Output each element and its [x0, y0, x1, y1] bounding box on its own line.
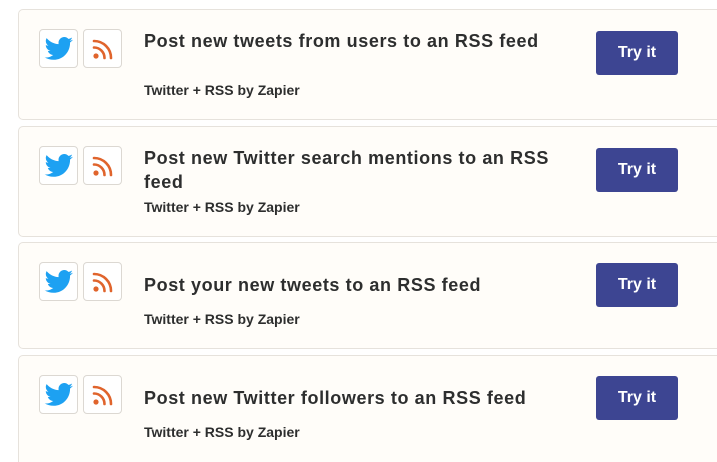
zap-title[interactable]: Post new tweets from users to an RSS fee… — [144, 29, 564, 53]
zap-card[interactable]: Post your new tweets to an RSS feed Twit… — [18, 242, 717, 349]
rss-icon — [83, 262, 122, 301]
zap-title[interactable]: Post new Twitter search mentions to an R… — [144, 146, 564, 194]
zap-card[interactable]: Post new Twitter followers to an RSS fee… — [18, 355, 717, 462]
zap-byline: Twitter + RSS by Zapier — [144, 311, 300, 327]
rss-icon — [83, 29, 122, 68]
app-icons — [39, 262, 122, 301]
app-icons — [39, 375, 122, 414]
rss-icon — [83, 375, 122, 414]
zap-title[interactable]: Post your new tweets to an RSS feed — [144, 273, 564, 297]
app-icons — [39, 29, 122, 68]
twitter-icon — [39, 29, 78, 68]
try-it-button[interactable]: Try it — [596, 263, 678, 307]
try-it-button[interactable]: Try it — [596, 148, 678, 192]
try-it-button[interactable]: Try it — [596, 31, 678, 75]
zap-template-list: Post new tweets from users to an RSS fee… — [0, 0, 717, 462]
try-it-button[interactable]: Try it — [596, 376, 678, 420]
twitter-icon — [39, 262, 78, 301]
rss-icon — [83, 146, 122, 185]
twitter-icon — [39, 146, 78, 185]
zap-byline: Twitter + RSS by Zapier — [144, 199, 300, 215]
zap-title[interactable]: Post new Twitter followers to an RSS fee… — [144, 386, 564, 410]
zap-card[interactable]: Post new Twitter search mentions to an R… — [18, 126, 717, 237]
zap-byline: Twitter + RSS by Zapier — [144, 82, 300, 98]
app-icons — [39, 146, 122, 185]
twitter-icon — [39, 375, 78, 414]
zap-card[interactable]: Post new tweets from users to an RSS fee… — [18, 9, 717, 120]
zap-byline: Twitter + RSS by Zapier — [144, 424, 300, 440]
